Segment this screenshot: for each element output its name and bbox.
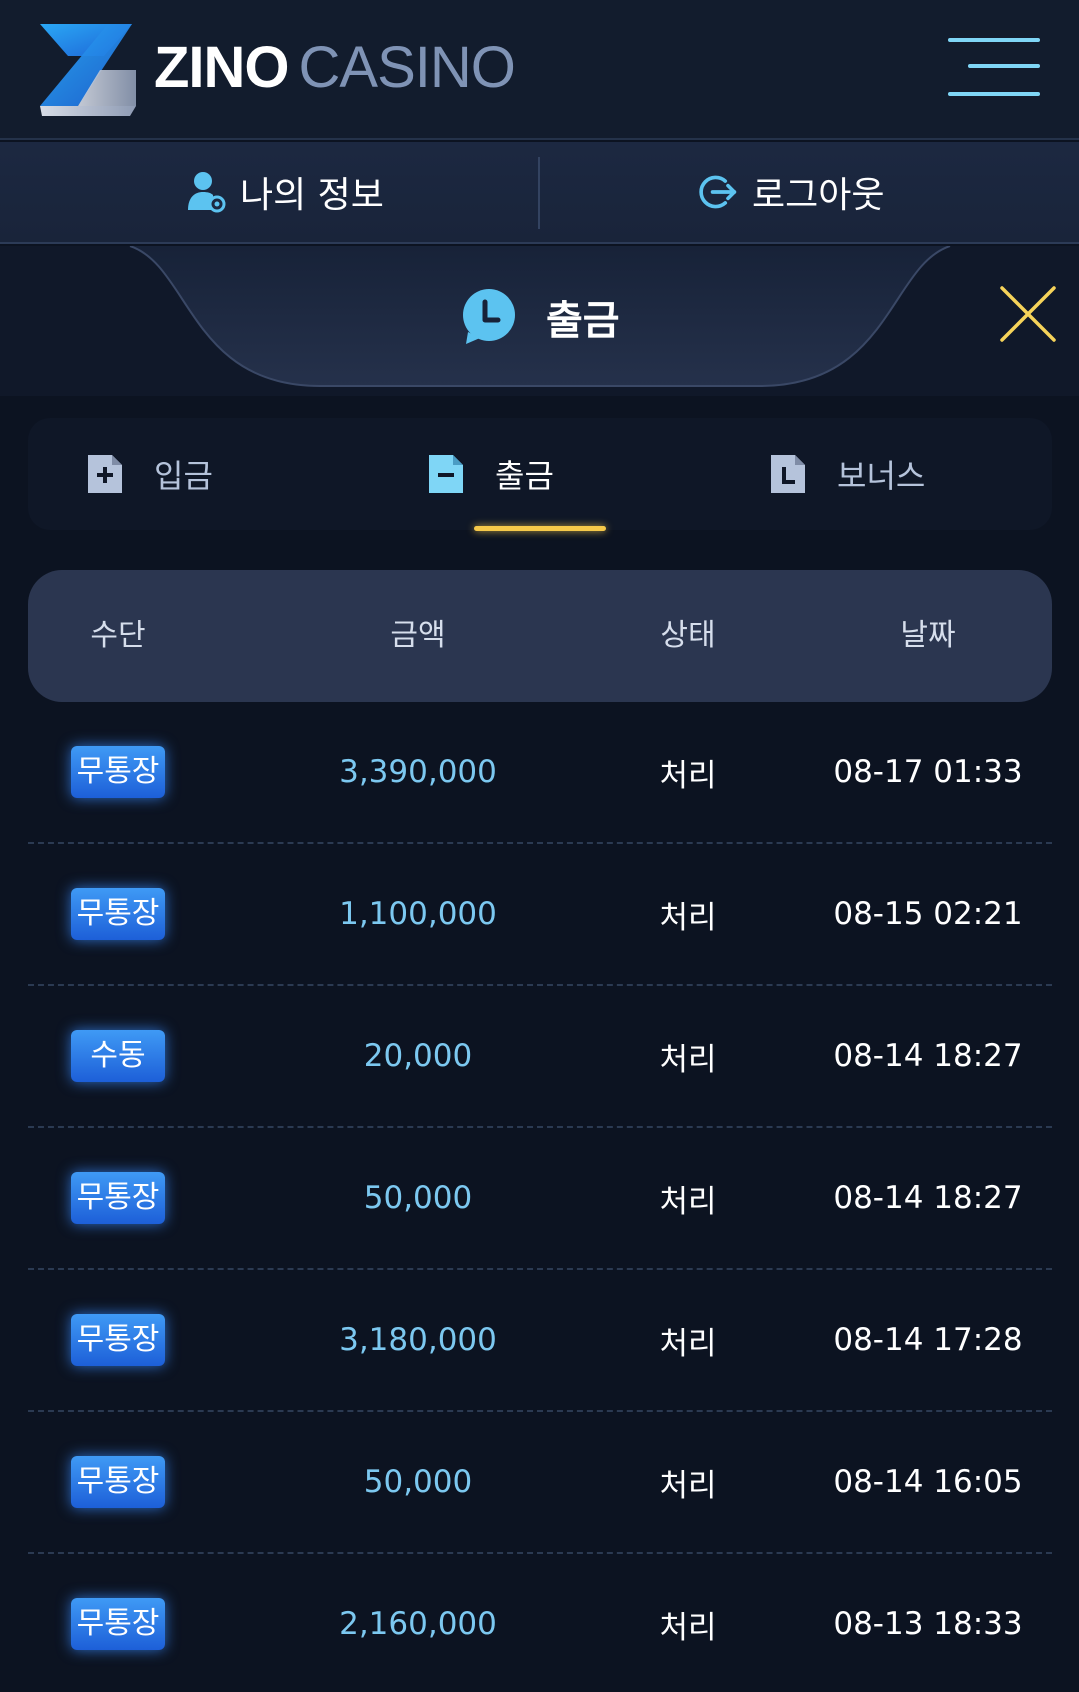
logo-casino-text: CASINO [298,35,516,100]
amount-cell: 20,000 [363,1038,473,1074]
table-row: 무통장 1,100,000 처리 08-15 02:21 [28,844,1052,986]
amount-cell: 50,000 [363,1464,473,1500]
logo[interactable]: ZINO CASINO [38,20,516,116]
status-cell: 처리 [659,1467,717,1504]
tab-deposit-label: 입금 [154,457,213,495]
method-badge: 무통장 [70,746,166,798]
logout-button[interactable]: 로그아웃 [698,142,884,242]
header-amount: 금액 [390,618,446,653]
my-info-label: 나의 정보 [240,175,384,216]
panel-title-text: 출금 [546,298,620,344]
amount-cell: 50,000 [363,1180,473,1216]
table-row: 무통장 50,000 처리 08-14 18:27 [28,1128,1052,1270]
user-settings-icon [188,172,226,213]
status-cell: 처리 [659,757,717,794]
hamburger-menu-icon[interactable] [948,36,1042,98]
table-row: 무통장 2,160,000 처리 08-13 18:33 [28,1554,1052,1692]
logout-icon [699,175,737,209]
header-method: 수단 [90,618,146,653]
logo-zino-text: ZINO [154,35,290,100]
status-cell: 처리 [659,1041,717,1078]
table-row: 무통장 50,000 처리 08-14 16:05 [28,1412,1052,1554]
date-cell: 08-14 17:28 [833,1322,1023,1358]
top-header: ZINO CASINO [0,0,1079,140]
amount-cell: 1,100,000 [339,896,497,932]
amount-cell: 3,180,000 [339,1322,497,1358]
page: ZINO CASINO 나의 정보 로그아웃 출금 입금 출금 보너스 수단 금… [0,0,1079,1692]
date-cell: 08-13 18:33 [833,1606,1023,1642]
date-cell: 08-14 16:05 [833,1464,1023,1500]
logout-label: 로그아웃 [752,175,885,216]
status-cell: 처리 [659,899,717,936]
panel-header: 출금 [0,246,1079,396]
date-cell: 08-14 18:27 [833,1038,1023,1074]
table-header: 수단 금액 상태 날짜 [28,570,1052,702]
method-badge: 무통장 [70,1598,166,1650]
tab-deposit[interactable]: 입금 [86,418,213,530]
method-badge: 무통장 [70,1172,166,1224]
header-date: 날짜 [900,618,956,653]
table-row: 무통장 3,390,000 처리 08-17 01:33 [28,702,1052,844]
date-cell: 08-14 18:27 [833,1180,1023,1216]
amount-cell: 3,390,000 [339,754,497,790]
zino-logo-icon [40,24,136,116]
panel-title: 출금 [460,284,620,350]
status-cell: 처리 [659,1325,717,1362]
withdraw-minus-icon [429,455,463,493]
tab-bar: 입금 출금 보너스 [28,418,1052,530]
active-tab-indicator [474,526,606,531]
status-cell: 처리 [659,1609,717,1646]
userbar-divider [538,157,540,229]
clock-chat-icon [463,289,515,344]
header-status: 상태 [660,618,716,653]
table-row: 수동 20,000 처리 08-14 18:27 [28,986,1052,1128]
date-cell: 08-17 01:33 [833,754,1023,790]
date-cell: 08-15 02:21 [833,896,1023,932]
method-badge: 무통장 [70,1314,166,1366]
tab-bonus-label: 보너스 [837,457,926,495]
table-row: 무통장 3,180,000 처리 08-14 17:28 [28,1270,1052,1412]
tab-withdraw[interactable]: 출금 [427,418,554,530]
method-badge: 무통장 [70,1456,166,1508]
close-icon[interactable] [998,284,1058,344]
bonus-document-icon [771,455,805,493]
user-bar: 나의 정보 로그아웃 [0,142,1079,244]
tab-bonus[interactable]: 보너스 [769,418,925,530]
my-info-button[interactable]: 나의 정보 [186,142,384,242]
method-badge: 무통장 [70,888,166,940]
status-cell: 처리 [659,1183,717,1220]
method-badge: 수동 [71,1030,165,1082]
amount-cell: 2,160,000 [339,1606,497,1642]
deposit-plus-icon [88,455,122,493]
tab-withdraw-label: 출금 [495,457,554,495]
